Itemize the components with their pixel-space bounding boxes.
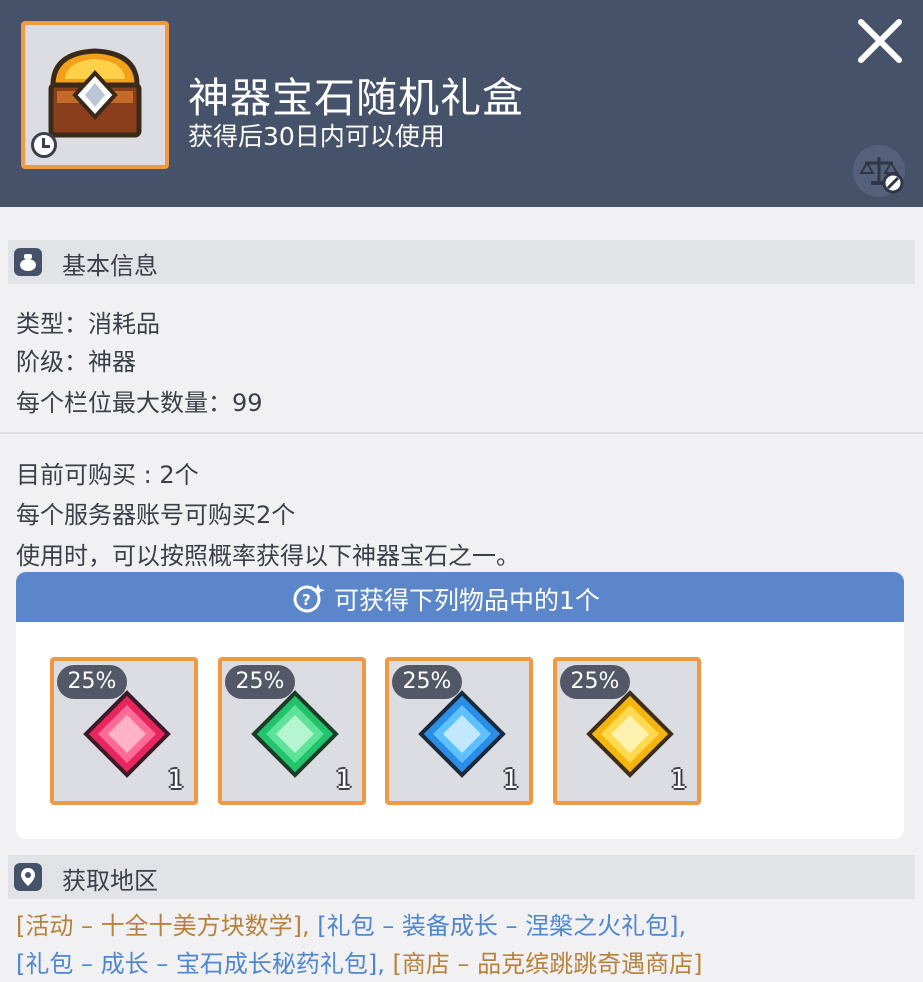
acquire-line-2: [礼包 – 成长 – 宝石成长秘药礼包], [商店 – 品克缤跳跳奇遇商店] (16, 944, 703, 979)
reward-header-label: 可获得下列物品中的1个 (334, 586, 600, 615)
acquire-header: 获取地区 (8, 855, 915, 899)
blue-gem-icon (418, 690, 506, 778)
quantity-label: 1 (670, 765, 687, 795)
red-gem-icon (83, 690, 171, 778)
source-separator: , (301, 912, 310, 940)
yellow-gem-icon (586, 690, 674, 778)
reward-slot-yellow-gem[interactable]: 25% 1 (553, 657, 701, 805)
quantity-label: 1 (335, 765, 352, 795)
reward-slot-red-gem[interactable]: 25% 1 (50, 657, 198, 805)
chance-badge: 25% (57, 665, 127, 699)
item-icon-frame (21, 21, 169, 169)
quantity-label: 1 (502, 765, 519, 795)
usage-description-text: 使用时，可以按照概率获得以下神器宝石之一。 (16, 542, 520, 570)
item-grade-text: 阶级：神器 (16, 348, 136, 376)
source-separator: , (377, 950, 385, 978)
quantity-label: 1 (167, 765, 184, 795)
clock-icon (31, 132, 57, 158)
reward-header: ? 可获得下列物品中的1个 (16, 572, 904, 622)
server-limit-text: 每个服务器账号可购买2个 (16, 501, 296, 529)
reward-box: ? 可获得下列物品中的1个 25% 1 25% 1 25% 1 25% 1 (16, 572, 904, 839)
section-divider (0, 432, 923, 434)
close-icon[interactable] (855, 16, 905, 66)
source-link-package-growth[interactable]: [礼包 – 成长 – 宝石成长秘药礼包] (16, 950, 377, 978)
source-link-event[interactable]: [活动 – 十全十美方块数学] (16, 912, 302, 940)
bag-icon (14, 248, 42, 276)
item-stack-text: 每个栏位最大数量：99 (16, 389, 263, 417)
location-pin-icon (14, 863, 42, 891)
chance-badge: 25% (560, 665, 630, 699)
item-title: 神器宝石随机礼盒 (188, 74, 524, 122)
item-type-text: 类型：消耗品 (16, 310, 160, 338)
reward-slot-blue-gem[interactable]: 25% 1 (385, 657, 533, 805)
acquire-line-1: [活动 – 十全十美方块数学], [礼包 – 装备成长 – 涅槃之火礼包], (16, 906, 686, 941)
acquire-title: 获取地区 (62, 867, 158, 895)
chance-badge: 25% (392, 665, 462, 699)
item-header: 神器宝石随机礼盒 获得后30日内可以使用 (0, 0, 923, 207)
basic-info-header: 基本信息 (8, 240, 915, 284)
svg-text:?: ? (302, 591, 311, 609)
reward-slot-green-gem[interactable]: 25% 1 (218, 657, 366, 805)
source-separator: , (678, 912, 687, 940)
chance-badge: 25% (225, 665, 295, 699)
treasure-chest-icon (48, 48, 142, 138)
random-reward-icon: ? (293, 584, 325, 613)
source-link-package-equipment[interactable]: [礼包 – 装备成长 – 涅槃之火礼包] (317, 912, 678, 940)
item-expiry-text: 获得后30日内可以使用 (188, 122, 445, 151)
green-gem-icon (251, 690, 339, 778)
no-trade-scale-icon (853, 145, 905, 197)
source-link-shop[interactable]: [商店 – 品克缤跳跳奇遇商店] (393, 950, 703, 978)
purchase-limit-text: 目前可购买 : 2个 (16, 461, 199, 489)
basic-info-title: 基本信息 (62, 252, 158, 280)
